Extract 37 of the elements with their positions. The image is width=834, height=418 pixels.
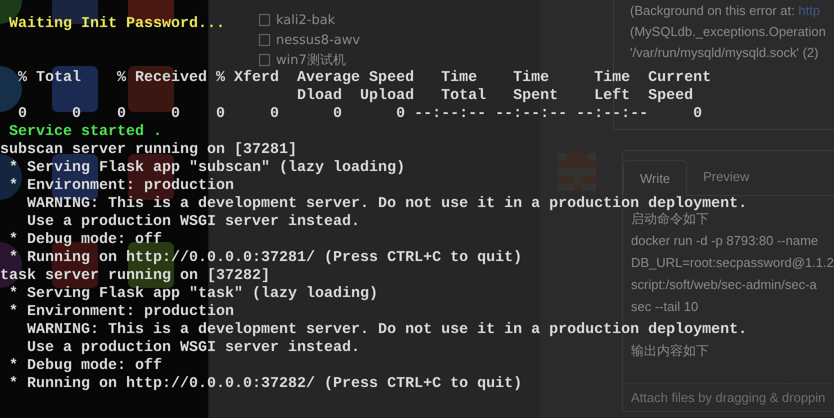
terminal-line: * Serving Flask app "subscan" (lazy loading) [8,159,406,177]
terminal-line: * Environment: production [8,303,234,321]
text-line: sec --tail 10 [631,298,698,316]
terminal-line: WARNING: This is a development server. Do not use it in a production deployment. [26,195,748,212]
terminal-line: * Debug mode: off [8,357,162,375]
terminal-line: WARNING: This is a development server. Do not use it in a production deployment. [26,321,748,339]
terminal-line: * Serving Flask app "task" (lazy loading) [8,285,378,303]
terminal-line: * Running on http://0.0.0.0:37282/ (Press CTRL+C to quit) [8,375,522,393]
attach-hint[interactable]: Attach files by dragging & droppin [623,383,834,411]
text-line: script:/soft/web/sec-admin/sec-a [631,276,817,294]
terminal-line: Use a production WSGI server instead. [26,339,360,357]
folder-icon [259,34,270,46]
file-name[interactable]: kali2-bak [276,12,336,28]
editor-tab[interactable]: Preview [687,159,766,195]
terminal-line: Waiting Init Password... [8,15,226,33]
folder-icon [259,54,270,66]
editor-tab[interactable]: Write [623,160,688,196]
terminal-line: 0 0 0 0 0 0 0 0 --:--:-- --:--:-- --:--:-- 0 [17,105,702,123]
terminal-line: subscan server running on [37281] [0,141,298,159]
terminal-line: Dload Upload Total Spent Left Speed [296,87,694,105]
file-name[interactable]: win7测试机 [276,51,346,69]
text-line: DB_URL=root:secpassword@1.1.2 [631,254,834,272]
error-text: '/var/run/mysqld/mysqld.sock' (2) [630,44,820,62]
terminal-line: % Total % Received % Xferd Average Speed Time Time Time Current [17,69,712,87]
terminal-line: * Running on http://0.0.0.0:37281/ (Press CTRL+C to quit) [8,249,522,267]
error-text: (Background on this error at: http [630,2,822,20]
text-line: docker run -d -p 8793:80 --name [631,232,818,250]
terminal-line: Service started . [8,123,162,141]
folder-icon [259,14,270,26]
text-line: 输出内容如下 [631,342,709,360]
terminal-line: * Environment: production [8,177,234,195]
text-line: 启动命令如下 [631,210,709,228]
terminal-line: * Debug mode: off [8,231,162,249]
error-text: (MySQLdb._exceptions.Operation [630,23,827,41]
file-name[interactable]: nessus8-awv [276,32,360,48]
terminal-line: task server running on [37282] [0,267,270,285]
terminal-line: Use a production WSGI server instead. [26,213,360,231]
